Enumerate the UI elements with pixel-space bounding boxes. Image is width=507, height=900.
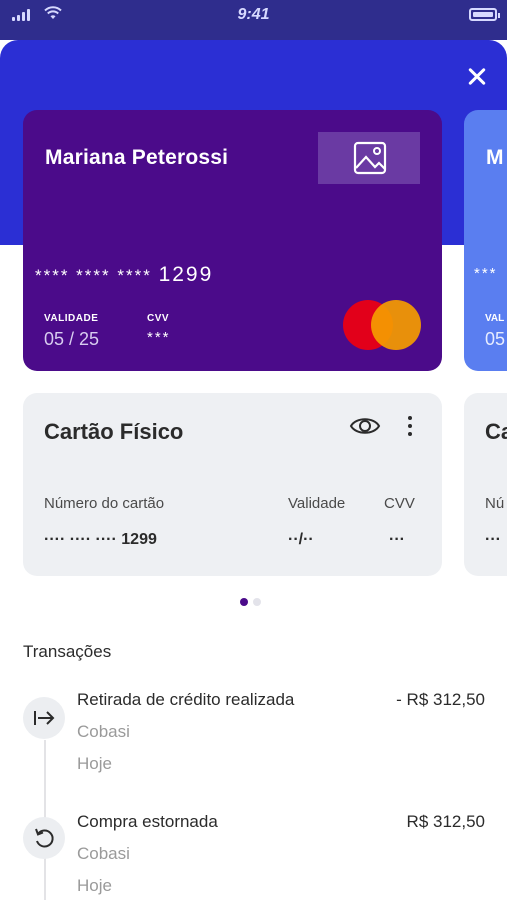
card-cvv-label: CVV bbox=[147, 313, 170, 324]
transaction-merchant: Cobasi bbox=[77, 722, 130, 741]
transaction-title: Compra estornada bbox=[77, 812, 218, 831]
transaction-amount: - R$ 312,50 bbox=[396, 690, 485, 709]
cvv-label: CVV bbox=[384, 495, 415, 512]
card-image-button[interactable] bbox=[318, 132, 420, 184]
mastercard-logo bbox=[343, 300, 423, 350]
transaction-amount: R$ 312,50 bbox=[406, 812, 485, 831]
next-virtual-card[interactable]: M *** VAL 05 bbox=[464, 110, 507, 371]
card-pager bbox=[240, 598, 261, 606]
transaction-date: Hoje bbox=[77, 876, 112, 895]
physical-card-title: Cartão Físico bbox=[44, 419, 184, 444]
next-card-holder-name: M bbox=[486, 146, 504, 169]
transaction-title: Retirada de crédito realizada bbox=[77, 690, 295, 709]
battery-icon bbox=[469, 8, 500, 21]
more-vertical-icon[interactable] bbox=[405, 413, 415, 439]
transaction-date: Hoje bbox=[77, 754, 112, 773]
transactions-title: Transações bbox=[23, 642, 112, 661]
next-physical-card-title: Ca bbox=[485, 419, 507, 444]
next-card-validity-value: 05 bbox=[485, 329, 506, 349]
card-number-value: ···· ···· ···· 1299 bbox=[44, 531, 157, 548]
validity-value: ··/·· bbox=[288, 531, 314, 548]
card-number-last4: 1299 bbox=[158, 263, 214, 286]
status-bar: 9:41 bbox=[0, 0, 507, 40]
card-number: **** **** **** 1299 bbox=[35, 263, 213, 287]
arrow-to-right-icon bbox=[23, 697, 65, 739]
validity-label: Validade bbox=[288, 495, 346, 512]
card-validity-value: 05 / 25 bbox=[44, 329, 100, 349]
next-card-number-label: Nú bbox=[485, 495, 505, 512]
refund-icon bbox=[23, 817, 65, 859]
eye-icon[interactable] bbox=[349, 414, 381, 438]
close-button[interactable] bbox=[462, 62, 492, 92]
image-icon bbox=[353, 141, 387, 175]
card-number-masked: **** **** **** bbox=[35, 266, 152, 285]
card-validity-label: VALIDADE bbox=[44, 313, 99, 324]
next-physical-card-panel: Ca Nú ··· bbox=[464, 393, 507, 576]
cvv-value: ··· bbox=[389, 531, 405, 548]
next-card-validity-label: VAL bbox=[485, 313, 505, 324]
pager-dot[interactable] bbox=[253, 598, 261, 606]
virtual-card[interactable]: Mariana Peterossi **** **** **** 1299 VA… bbox=[23, 110, 442, 371]
physical-card-panel: Cartão Físico Número do cartão Validade … bbox=[23, 393, 442, 576]
transaction-merchant: Cobasi bbox=[77, 844, 130, 863]
card-holder-name: Mariana Peterossi bbox=[45, 146, 229, 169]
card-number-label: Número do cartão bbox=[44, 495, 165, 512]
next-card-number-value: ··· bbox=[485, 531, 501, 548]
pager-dot-active[interactable] bbox=[240, 598, 248, 606]
status-time: 9:41 bbox=[237, 6, 270, 23]
next-card-number: *** bbox=[474, 265, 498, 282]
card-cvv-value: *** bbox=[147, 329, 171, 346]
